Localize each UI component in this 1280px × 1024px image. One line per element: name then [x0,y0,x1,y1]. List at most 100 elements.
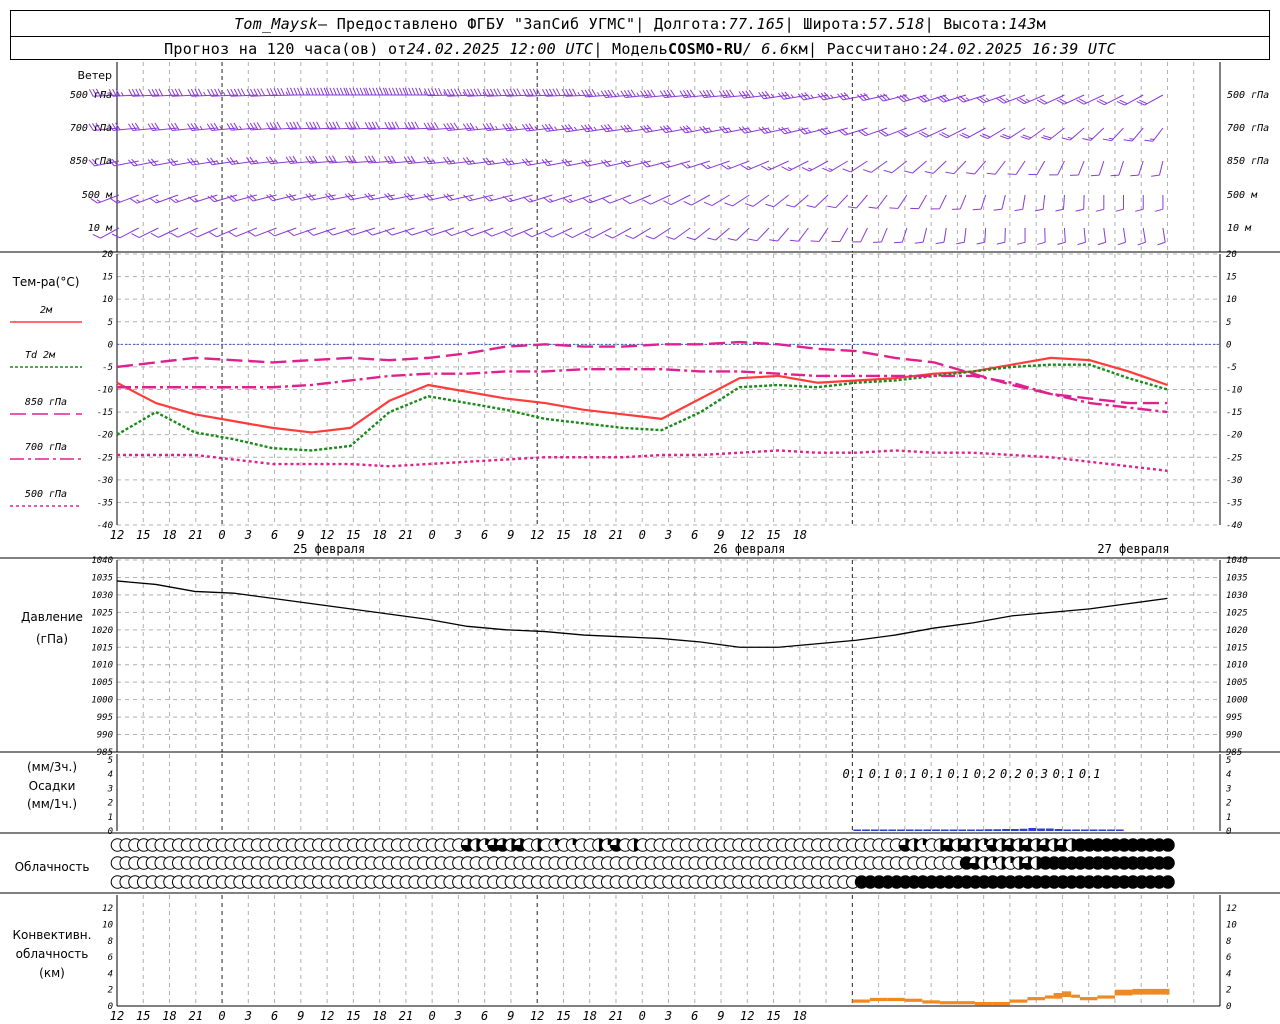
wind-barb [1144,127,1164,142]
pressure-ytick-left: 1020 [91,626,113,636]
wind-barb-half-feather [577,91,581,96]
wind-barb [748,227,770,242]
wind-barb-feather [647,89,653,98]
wind-barb-feather [335,121,341,129]
wind-barb-half-feather [807,129,812,133]
pressure-ytick-right: 995 [1226,713,1242,723]
wind-barb-half-feather [787,128,792,133]
x-tick-label-bottom: 21 [399,1009,413,1023]
x-tick-label: 18 [162,528,176,542]
wind-barb-feather [642,199,651,205]
wind-barb-staff [1057,160,1065,176]
wind-barb-feather [602,198,611,204]
date-label: 27 февраля [1097,542,1169,556]
wind-barb-feather [722,90,728,98]
wind-barb-feather [407,156,413,164]
wind-barb-feather [686,89,692,98]
wind-barb-staff [794,194,809,208]
wind-barb-feather [725,89,731,98]
conv-cloud-segment [922,1000,940,1004]
conv-cloud-segment [1149,988,1168,995]
temp-ytick-left: 5 [108,318,113,328]
precip-unit-1h: (мм/1ч.) [27,797,77,811]
wind-barb-half-feather [239,125,242,130]
x-tick-label-bottom: 12 [530,1009,544,1023]
temp-ytick-right: 15 [1226,273,1237,283]
conv-cloud-segment [1132,988,1150,995]
temp-ytick-left: -30 [97,476,113,486]
wind-barb-feather [356,87,361,96]
wind-barb-feather [1110,174,1120,177]
wind-barb-feather [269,88,275,96]
wind-barb-feather [473,88,479,96]
wind-barb-feather [1117,241,1126,246]
x-tick-label: 15 [556,528,570,542]
wind-barb-staff [918,194,927,209]
wind-barb-staff [798,227,809,242]
wind-barb-half-feather [1088,137,1093,140]
wind-barb [810,227,829,242]
conv-cloud-segment [1062,991,1072,998]
wind-barb-feather [584,233,593,239]
date-label: 25 февраля [293,542,365,556]
wind-barb-feather [339,87,344,96]
x-tick-label-bottom: 6 [271,1009,278,1023]
wind-barb-feather [329,87,334,96]
precip-bar [1072,829,1080,831]
wind-barb-staff [839,227,849,242]
wind-barb-half-feather [235,159,239,164]
wind-barb [1057,227,1066,246]
wind-barb-feather [847,206,857,209]
wind-barb-feather [149,197,157,204]
wind-barb [1070,160,1085,176]
temperature-panel: 20 2015 1510 105 50 0-5 -5-10 -10-15 -15-20 -20-2… [97,250,1243,531]
date-label: 26 февраля [713,542,785,556]
wind-barb-staff [1123,227,1127,243]
wind-barb-half-feather [423,91,427,96]
wind-barb-feather [434,121,439,130]
wind-barb [1095,195,1105,212]
wind-barb-feather [260,88,266,96]
wind-barb [789,227,809,242]
wind-barb-staff [1162,227,1166,243]
x-tick-label: 3 [244,528,252,542]
wind-barb-feather [128,123,134,131]
temp-ytick-left: 10 [102,295,113,305]
wind-barb-half-feather [199,125,203,130]
wind-barb-feather [645,235,654,240]
wind-barb-staff [411,227,435,236]
wind-barb-staff [835,194,849,209]
wind-barb-feather [355,121,361,129]
x-tick-label: 21 [609,528,623,542]
wind-barb-half-feather [549,198,554,202]
precip-bar [1037,828,1045,831]
x-tick-label: 15 [346,528,360,542]
x-tick-label-bottom: 18 [162,1009,176,1023]
conv-ytick-left: 2 [108,986,113,996]
wind-barb-feather [1151,174,1160,177]
wind-barb-feather [92,233,101,239]
wind-barb-half-feather [767,128,772,133]
wind-barb-feather [663,200,672,206]
x-tick-label-bottom: 15 [556,1009,570,1023]
wind-barb-feather [702,90,708,98]
wind-barb-feather [408,87,413,96]
pressure-ytick-right: 1010 [1226,661,1248,671]
wind-barb-feather [709,89,715,97]
conv-cloud-segment [1053,992,1063,999]
wind-barb-half-feather [790,94,794,98]
precip-bar [949,829,958,831]
x-tick-label: 12 [530,528,544,542]
wind-barb-feather [552,88,558,96]
precip-ytick-right: 2 [1226,799,1231,809]
wind-barb-half-feather [1129,138,1134,140]
wind-barb [1077,227,1086,246]
precip-ytick-left: 0 [108,827,113,837]
x-tick-label-bottom: 9 [297,1009,304,1023]
wind-barb-feather [292,155,298,164]
wind-barb [910,194,927,210]
wind-barb-feather [703,201,713,207]
wind-barb-half-feather [686,164,691,168]
wind-level-right: 500 гПа [1227,90,1269,101]
wind-barb-feather [493,88,498,96]
